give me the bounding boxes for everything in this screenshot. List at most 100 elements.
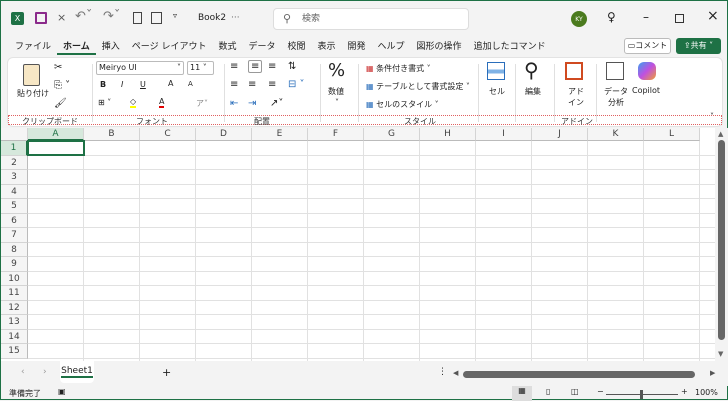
tab-insert[interactable]: 挿入 [96,39,126,55]
row-header-12[interactable]: 12 [1,300,28,315]
add-sheet-button[interactable]: + [162,366,171,379]
copilot-button[interactable]: Copilot [632,86,660,95]
column-header-G[interactable]: G [364,128,420,141]
align-top-icon[interactable]: ≡ [230,61,238,72]
row-header-2[interactable]: 2 [1,155,28,170]
select-all-corner[interactable] [1,128,28,141]
tab-added-commands[interactable]: 追加したコマンド [468,39,552,55]
row-header-6[interactable]: 6 [1,213,28,228]
minimize-button[interactable]: – [643,10,649,24]
selected-cell-a1[interactable] [27,140,85,156]
tab-data[interactable]: データ [242,39,281,55]
align-bottom-icon[interactable]: ≡ [268,61,276,72]
vertical-scrollbar[interactable]: ▲ ▼ [715,128,728,361]
tab-view[interactable]: 表示 [312,39,342,55]
search-box[interactable]: ⚲ 検索 [273,8,469,30]
number-format-button[interactable]: 数値 [328,86,344,97]
align-center-icon[interactable]: ≡ [248,79,256,90]
column-header-D[interactable]: D [196,128,252,141]
underline-button[interactable]: U [140,80,146,89]
wrap-text-icon[interactable]: ⇅ [288,61,296,72]
tab-developer[interactable]: 開発 [342,39,372,55]
tab-shape-format[interactable]: 図形の操作 [411,39,468,55]
align-left-icon[interactable]: ≡ [230,79,238,90]
scroll-down-icon[interactable]: ▼ [718,350,723,358]
align-middle-icon[interactable]: ≡ [248,60,263,73]
page-break-view-icon[interactable]: ◫ [571,387,579,396]
decrease-indent-icon[interactable]: ⇤ [230,98,238,109]
bold-button[interactable]: B [100,80,106,89]
cut-icon[interactable]: ✂ [54,62,62,73]
horizontal-scroll-thumb[interactable] [463,371,695,378]
row-header-13[interactable]: 13 [1,315,28,330]
borders-icon[interactable]: ⊞ ˅ [98,98,111,107]
collapse-ribbon-icon[interactable]: ˅ [710,112,714,121]
share-button[interactable]: ⇪共有 ˅ [676,38,721,54]
zoom-level[interactable]: 100% [695,388,718,397]
accessibility-icon[interactable]: ▣ [58,387,66,396]
column-header-L[interactable]: L [644,128,700,141]
format-as-table-button[interactable]: ▦ テーブルとして書式設定 ˅ [366,81,470,92]
tab-review[interactable]: 校閲 [281,39,311,55]
scroll-up-icon[interactable]: ▲ [718,130,723,138]
row-header-5[interactable]: 5 [1,199,28,214]
phonetic-icon[interactable]: ア˅ [196,98,208,109]
fill-color-icon[interactable]: ◇ [130,97,137,108]
row-header-9[interactable]: 9 [1,257,28,272]
next-sheet-icon[interactable]: › [43,367,47,377]
paste-button[interactable]: 貼り付け [17,88,49,99]
prev-sheet-icon[interactable]: ‹ [21,367,25,377]
comment-button[interactable]: ▭コメント [624,38,671,54]
page-layout-view-icon[interactable]: ▯ [546,387,550,396]
save-icon[interactable] [35,12,47,24]
zoom-in-button[interactable]: + [681,387,688,396]
font-size-select[interactable]: 11 ˅ [187,61,214,75]
close-file-icon[interactable]: × [57,11,66,24]
cell-styles-button[interactable]: ▦ セルのスタイル ˅ [366,99,439,110]
column-header-J[interactable]: J [532,128,588,141]
normal-view-icon[interactable]: ▦ [512,386,532,401]
font-color-button[interactable]: A [159,97,165,108]
tab-page-layout[interactable]: ページ レイアウト [126,39,213,55]
row-header-10[interactable]: 10 [1,271,28,286]
redo-icon[interactable]: ↷ˇ [103,9,120,24]
addins-button[interactable]: アド イン [568,86,584,108]
row-header-15[interactable]: 15 [1,344,28,359]
more-options-icon[interactable]: ⋮ [438,367,447,377]
italic-button[interactable]: I [121,80,123,89]
undo-icon[interactable]: ↶ˇ [75,9,92,24]
scroll-right-icon[interactable]: ▶ [710,369,715,377]
row-header-3[interactable]: 3 [1,170,28,185]
conditional-format-button[interactable]: ▦ 条件付き書式 ˅ [366,63,431,74]
vertical-scroll-thumb[interactable] [718,140,725,340]
column-header-B[interactable]: B [84,128,140,141]
number-format-icon[interactable]: % [328,60,345,81]
zoom-slider[interactable] [606,390,678,399]
paste-icon[interactable] [23,64,40,86]
column-header-I[interactable]: I [476,128,532,141]
grow-font-button[interactable]: A [168,79,173,88]
column-header-E[interactable]: E [252,128,308,141]
zoom-out-button[interactable]: − [597,387,604,396]
row-header-7[interactable]: 7 [1,228,28,243]
format-painter-icon[interactable]: 🖌 [54,98,67,109]
row-header-1[interactable]: 1 [1,141,28,156]
column-header-C[interactable]: C [140,128,196,141]
orientation-icon[interactable]: ↗˅ [270,98,283,109]
align-right-icon[interactable]: ≡ [268,79,276,90]
tab-formulas[interactable]: 数式 [212,39,242,55]
tab-help[interactable]: ヘルプ [372,39,411,55]
cells-button[interactable]: セル [489,86,505,97]
spreadsheet-grid[interactable]: A B C D E F G H I J K L 1 2 3 4 5 6 7 8 9 10 11 12 13 14 15 [1,128,715,361]
tab-file[interactable]: ファイル [9,39,57,55]
tab-home[interactable]: ホーム [57,39,96,55]
maximize-button[interactable] [675,14,684,23]
avatar[interactable]: KY [571,11,587,27]
lightbulb-icon[interactable]: ♀ [607,10,616,24]
row-header-4[interactable]: 4 [1,184,28,199]
merge-center-icon[interactable]: ⊟ ˅ [288,79,305,90]
column-header-H[interactable]: H [420,128,476,141]
analyze-data-button[interactable]: データ 分析 [604,86,628,108]
form-icon[interactable] [151,12,162,24]
close-button[interactable]: × [707,8,719,24]
